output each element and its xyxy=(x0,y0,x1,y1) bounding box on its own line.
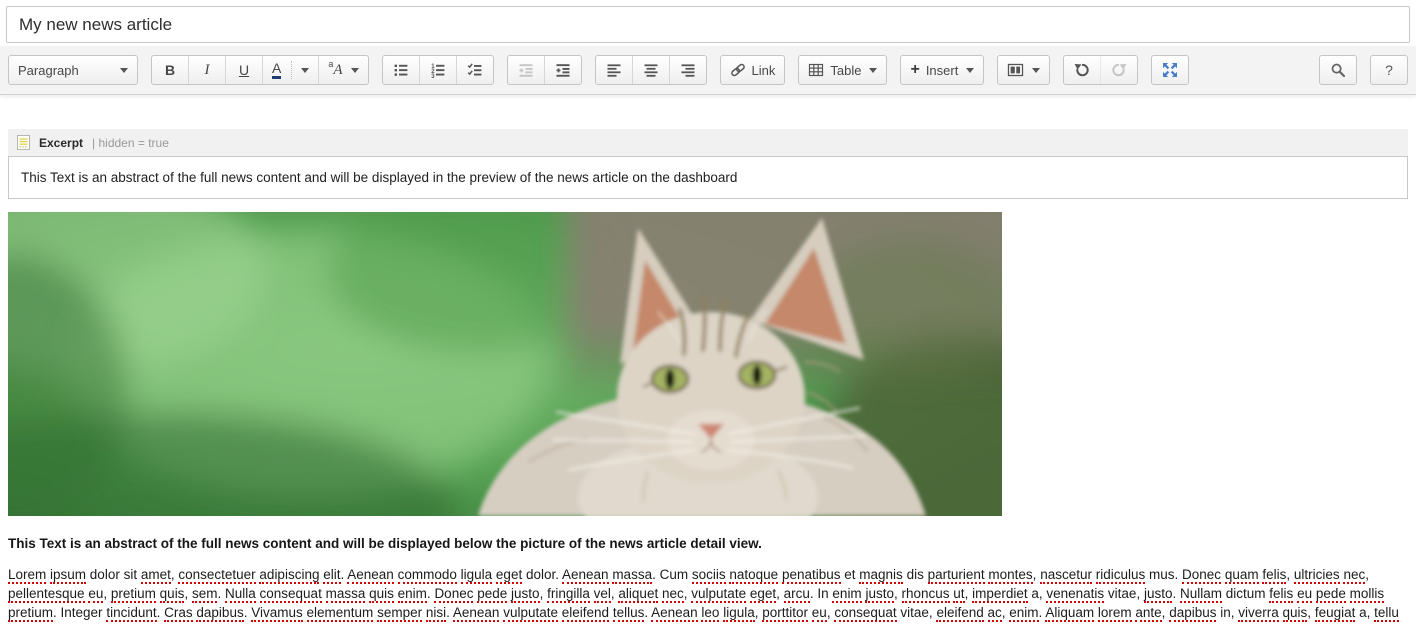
align-group xyxy=(595,55,707,85)
bulleted-list-icon xyxy=(393,62,409,78)
svg-text:3: 3 xyxy=(431,74,435,78)
help-group: ? xyxy=(1370,55,1408,85)
question-icon: ? xyxy=(1385,62,1393,78)
indent-button[interactable] xyxy=(544,56,581,84)
underline-label: U xyxy=(239,62,249,78)
undo-icon xyxy=(1074,62,1090,78)
paragraph-format-dropdown[interactable]: Paragraph xyxy=(9,56,137,84)
text-style-group: B I U A aA xyxy=(151,55,369,85)
paragraph-format-group: Paragraph xyxy=(8,55,138,85)
table-dropdown-button[interactable]: Table xyxy=(799,56,886,84)
table-label: Table xyxy=(830,63,861,78)
align-center-icon xyxy=(643,62,659,78)
outdent-button[interactable] xyxy=(508,56,544,84)
link-label: Link xyxy=(752,63,776,78)
align-center-button[interactable] xyxy=(632,56,669,84)
font-color-icon: A xyxy=(272,61,281,79)
fullscreen-icon xyxy=(1162,62,1178,78)
outdent-icon xyxy=(518,62,534,78)
columns-icon xyxy=(1007,62,1024,78)
redo-button[interactable] xyxy=(1100,56,1137,84)
numbered-list-icon: 123 xyxy=(430,62,446,78)
excerpt-header: Excerpt | hidden = true xyxy=(8,129,1408,156)
insert-dropdown-button[interactable]: + Insert xyxy=(901,56,983,84)
font-size-button[interactable]: aA xyxy=(318,56,367,84)
align-right-button[interactable] xyxy=(669,56,706,84)
font-size-icon: aA xyxy=(328,62,342,79)
chevron-down-icon xyxy=(120,68,128,73)
italic-label: I xyxy=(205,62,210,79)
bulleted-list-button[interactable] xyxy=(383,56,419,84)
bold-label: B xyxy=(165,62,175,78)
excerpt-title: Excerpt xyxy=(39,136,83,150)
article-abstract-bold[interactable]: This Text is an abstract of the full new… xyxy=(8,535,1408,552)
align-left-icon xyxy=(606,62,622,78)
chevron-down-icon xyxy=(301,68,309,73)
list-group: 123 xyxy=(382,55,494,85)
paragraph-format-label: Paragraph xyxy=(18,63,79,78)
article-title-input[interactable] xyxy=(6,6,1410,43)
align-right-icon xyxy=(680,62,696,78)
todo-list-icon xyxy=(467,62,483,78)
search-group xyxy=(1319,55,1357,85)
link-button[interactable]: Link xyxy=(721,56,785,84)
history-group xyxy=(1063,55,1138,85)
columns-dropdown-button[interactable] xyxy=(998,56,1049,84)
italic-button[interactable]: I xyxy=(188,56,225,84)
indent-icon xyxy=(555,62,571,78)
article-image-cat[interactable] xyxy=(8,212,1002,516)
link-icon xyxy=(730,62,746,78)
insert-group: + Insert xyxy=(900,55,984,85)
todo-list-button[interactable] xyxy=(456,56,493,84)
chevron-down-icon xyxy=(351,68,359,73)
excerpt-text[interactable]: This Text is an abstract of the full new… xyxy=(8,156,1408,199)
title-bar xyxy=(0,0,1416,46)
columns-group xyxy=(997,55,1050,85)
excerpt-block: Excerpt | hidden = true This Text is an … xyxy=(8,129,1408,199)
underline-button[interactable]: U xyxy=(225,56,262,84)
font-color-button[interactable]: A xyxy=(262,56,318,84)
chevron-down-icon xyxy=(966,68,974,73)
search-button[interactable] xyxy=(1320,56,1356,84)
link-group: Link xyxy=(720,55,786,85)
fullscreen-button[interactable] xyxy=(1152,56,1188,84)
indent-group xyxy=(507,55,582,85)
numbered-list-button[interactable]: 123 xyxy=(419,56,456,84)
table-grid-icon xyxy=(808,62,824,78)
insert-label: Insert xyxy=(926,63,959,78)
excerpt-hidden-flag: | hidden = true xyxy=(92,136,169,150)
plus-icon: + xyxy=(910,63,919,77)
editor-toolbar: Paragraph B I U A aA xyxy=(0,46,1416,95)
help-button[interactable]: ? xyxy=(1371,56,1407,84)
align-left-button[interactable] xyxy=(596,56,632,84)
excerpt-text-content: This Text is an abstract of the full new… xyxy=(21,170,737,185)
search-icon xyxy=(1330,62,1346,78)
editor-content-area: Excerpt | hidden = true This Text is an … xyxy=(0,129,1416,622)
fullscreen-group xyxy=(1151,55,1189,85)
redo-icon xyxy=(1111,62,1127,78)
chevron-down-icon xyxy=(869,68,877,73)
article-body[interactable]: Lorem ipsum dolor sit amet, consectetuer… xyxy=(8,565,1408,622)
undo-button[interactable] xyxy=(1064,56,1100,84)
table-group: Table xyxy=(798,55,887,85)
chevron-down-icon xyxy=(1032,68,1040,73)
document-snippet-icon xyxy=(17,135,30,150)
bold-button[interactable]: B xyxy=(152,56,188,84)
